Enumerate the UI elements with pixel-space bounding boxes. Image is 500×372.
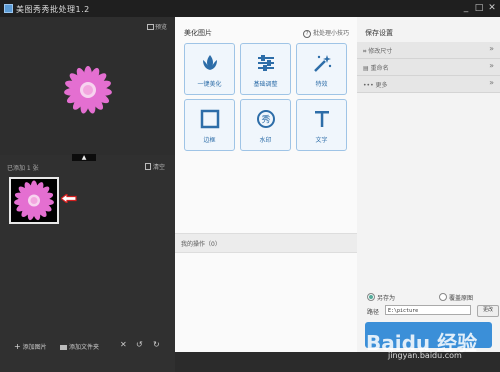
tool-watermark[interactable]: 秀 水印: [240, 99, 291, 151]
overwrite-option[interactable]: 覆盖原图: [438, 293, 473, 302]
app-icon: [4, 4, 13, 13]
path-label: 路径: [367, 309, 380, 316]
tool-label: 一键美化: [197, 81, 222, 88]
section-rename[interactable]: ▤ 重命名 »: [357, 59, 500, 76]
path-input[interactable]: E:\picture: [385, 305, 471, 315]
save-settings-title: 保存设置: [365, 29, 393, 37]
sliders-icon: [257, 55, 274, 71]
chevron-right-icon: »: [489, 61, 494, 70]
section-more[interactable]: ••• 更多 »: [357, 76, 500, 93]
preview-label-text: 预览: [154, 24, 167, 31]
chevron-right-icon: »: [489, 44, 494, 53]
save-as-label: 另存为: [377, 295, 396, 302]
section-label-text: 修改尺寸: [368, 48, 393, 55]
overwrite-label: 覆盖原图: [448, 295, 473, 302]
path-row: 路径 E:\picture 更改: [367, 305, 499, 317]
preview-flower-image: [64, 66, 112, 114]
add-folder-label: 添加文件夹: [69, 344, 100, 351]
add-image-label: 添加图片: [22, 344, 47, 351]
delete-icon[interactable]: ✕: [120, 340, 127, 349]
frame-icon: [200, 109, 219, 129]
section-label-text: 重命名: [370, 65, 389, 72]
beautify-panel: 美化图片 ? 批处理小技巧 一键美化 基础调整 特效 边框 秀 水印 文字 我的…: [175, 17, 357, 352]
section-label: ⌗ 修改尺寸: [363, 46, 392, 56]
section-label: ••• 更多: [363, 80, 388, 89]
lotus-icon: [202, 55, 217, 70]
text-icon: [314, 111, 329, 127]
thumbnail-flower-image: [14, 180, 54, 221]
tool-one-click-beautify[interactable]: 一键美化: [184, 43, 235, 95]
preview-area: 预览: [0, 17, 175, 155]
left-bottom-toolbar: + 添加图片 添加文件夹 ✕ ↺ ↻: [0, 337, 175, 355]
maximize-button[interactable]: □: [473, 3, 485, 14]
minimize-button[interactable]: _: [460, 3, 472, 14]
image-thumbnail[interactable]: [9, 177, 59, 224]
my-operations-bar: 我的操作（0）: [175, 233, 357, 253]
preview-label[interactable]: 预览: [146, 22, 167, 31]
tool-effects[interactable]: 特效: [296, 43, 347, 95]
radio-checked-icon: [367, 293, 375, 301]
folder-icon: [60, 345, 67, 350]
section-label: ▤ 重命名: [363, 63, 389, 72]
save-settings-panel: 保存设置 ⌗ 修改尺寸 » ▤ 重命名 » ••• 更多 » 另存为 覆盖原图 …: [357, 17, 500, 352]
svg-text:秀: 秀: [261, 114, 270, 126]
rotate-right-icon[interactable]: ↻: [153, 340, 160, 349]
tool-label: 特效: [315, 81, 328, 88]
save-as-option[interactable]: 另存为: [367, 293, 396, 302]
question-icon: ?: [303, 30, 312, 38]
rename-icon: ▤: [363, 65, 371, 72]
radio-icon: [438, 293, 447, 301]
added-count: 已添加 1 张: [7, 165, 39, 172]
save-mode-options: 另存为 覆盖原图: [367, 293, 473, 302]
tool-label: 边框: [203, 137, 216, 144]
close-button[interactable]: ✕: [486, 3, 498, 14]
tool-basic-adjust[interactable]: 基础调整: [240, 43, 291, 95]
tips-link[interactable]: ? 批处理小技巧: [303, 28, 349, 38]
rotate-left-icon[interactable]: ↺: [136, 340, 143, 349]
tool-label: 水印: [259, 137, 272, 144]
tips-link-text: 批处理小技巧: [312, 30, 349, 37]
eye-icon: [146, 24, 154, 30]
my-operations-label: 我的操作（0）: [181, 241, 221, 248]
chevron-right-icon: »: [489, 78, 494, 87]
add-folder-button[interactable]: 添加文件夹: [60, 342, 99, 351]
window-title: 美图秀秀批处理1.2: [16, 5, 90, 14]
red-arrow-annotation-icon: [61, 194, 77, 203]
added-bar: 已添加 1 张 清空: [0, 160, 175, 174]
change-path-button[interactable]: 更改: [477, 305, 499, 317]
tool-label: 基础调整: [253, 81, 278, 88]
magic-wand-icon: [313, 55, 331, 72]
add-image-button[interactable]: + 添加图片: [14, 342, 47, 351]
tool-label: 文字: [315, 137, 328, 144]
more-icon: •••: [363, 82, 376, 89]
tool-frame[interactable]: 边框: [184, 99, 235, 151]
beautify-title: 美化图片: [184, 29, 212, 37]
title-bar: 美图秀秀批处理1.2 _ □ ✕: [0, 0, 500, 17]
tool-text[interactable]: 文字: [296, 99, 347, 151]
clear-label: 清空: [152, 164, 165, 171]
watermark-icon: 秀: [256, 110, 275, 128]
section-label-text: 更多: [375, 82, 388, 89]
plus-icon: +: [14, 342, 21, 351]
section-resize[interactable]: ⌗ 修改尺寸 »: [357, 42, 500, 59]
clear-button[interactable]: 清空: [144, 162, 165, 171]
left-panel: 预览 ▲ 已添加 1 张 清空 + 添加图片 添加文件夹 ✕ ↺ ↻: [0, 17, 175, 372]
watermark-url: jingyan.baidu.com: [388, 351, 462, 360]
trash-icon: [144, 163, 151, 170]
